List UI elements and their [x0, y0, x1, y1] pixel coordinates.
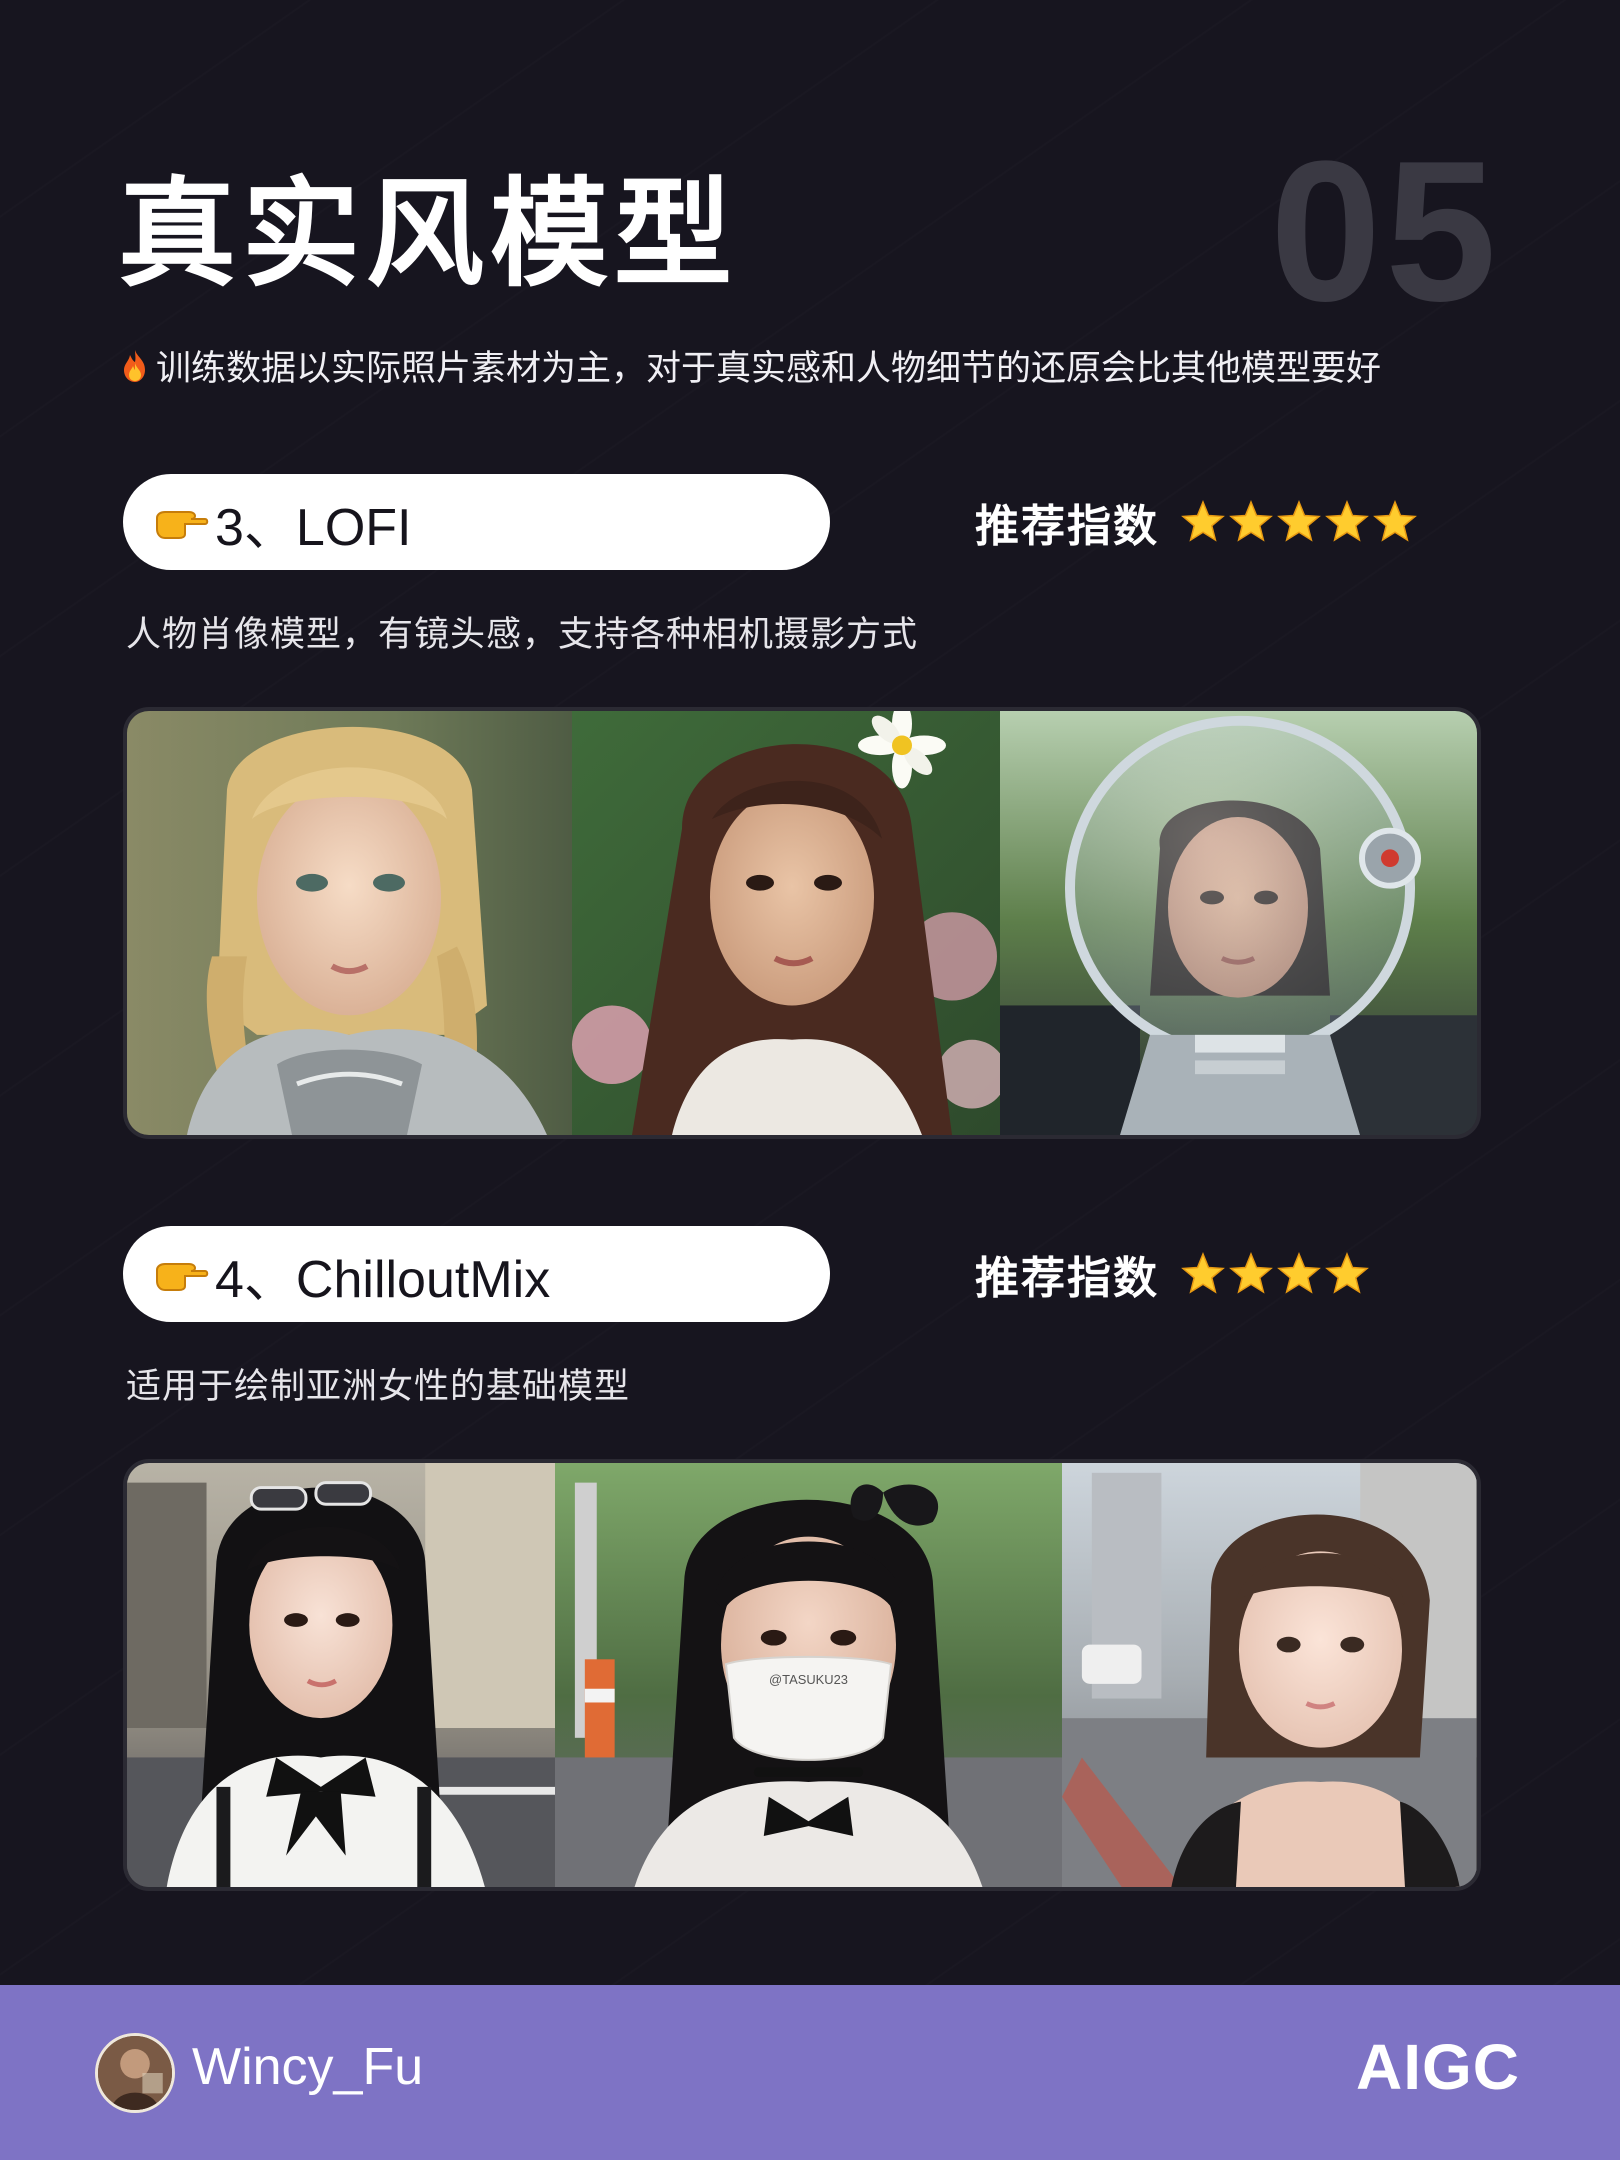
model-description: 人物肖像模型，有镜头感，支持各种相机摄影方式 — [126, 615, 919, 655]
intro-label: 训练数据以实际照片素材为主，对于真实感和人物细节的还原会比其他模型要好 — [156, 349, 1382, 389]
star-icon — [1373, 500, 1417, 542]
rating-stars — [1181, 500, 1417, 544]
rating-row: 推荐指数 — [975, 474, 1417, 570]
footer-bar: Wincy_Fu AIGC — [0, 1985, 1620, 2160]
star-icon — [1181, 500, 1225, 542]
star-icon — [1181, 1252, 1225, 1294]
pointing-hand-icon — [156, 1263, 209, 1291]
sample-image-blonde — [127, 711, 572, 1135]
sample-image-brunette — [572, 711, 1000, 1135]
rating-label: 推荐指数 — [975, 501, 1159, 552]
sample-image-mask: @TASUKU23 — [555, 1463, 1063, 1887]
model-title-pill: 3、LOFI — [123, 474, 830, 570]
section-number: 05 — [1270, 120, 1501, 343]
fire-icon — [124, 349, 145, 382]
star-icon — [1325, 500, 1369, 542]
pointing-hand-icon — [156, 511, 209, 539]
model-title-label: 3、LOFI — [215, 498, 412, 557]
model-title-pill: 4、ChilloutMix — [123, 1226, 830, 1322]
star-icon — [1229, 500, 1273, 542]
avatar[interactable] — [95, 2033, 175, 2113]
star-icon — [1277, 500, 1321, 542]
sample-image-bob — [1062, 1463, 1477, 1887]
model-description: 适用于绘制亚洲女性的基础模型 — [126, 1367, 631, 1407]
page-title: 真实风模型 — [118, 165, 739, 303]
intro-text: 训练数据以实际照片素材为主，对于真实感和人物细节的还原会比其他模型要好 — [120, 340, 1381, 391]
star-icon — [1229, 1252, 1273, 1294]
star-icon — [1277, 1252, 1321, 1294]
star-icon — [1325, 1252, 1369, 1294]
sample-gallery — [123, 707, 1481, 1139]
rating-label: 推荐指数 — [975, 1253, 1159, 1304]
poster-page: 真实风模型 05 训练数据以实际照片素材为主，对于真实感和人物细节的还原会比其他… — [0, 0, 1620, 2160]
sample-image-bow-tie — [127, 1463, 556, 1887]
rating-row: 推荐指数 — [975, 1226, 1369, 1322]
sample-gallery: @TASUKU23 — [123, 1459, 1481, 1891]
sample-image-astronaut — [1000, 711, 1477, 1135]
username[interactable]: Wincy_Fu — [192, 2037, 423, 2097]
brand-label: AIGC — [1356, 2031, 1520, 2103]
rating-stars — [1181, 1252, 1369, 1296]
model-title-label: 4、ChilloutMix — [215, 1250, 551, 1309]
mask-text: @TASUKU23 — [770, 1672, 849, 1687]
